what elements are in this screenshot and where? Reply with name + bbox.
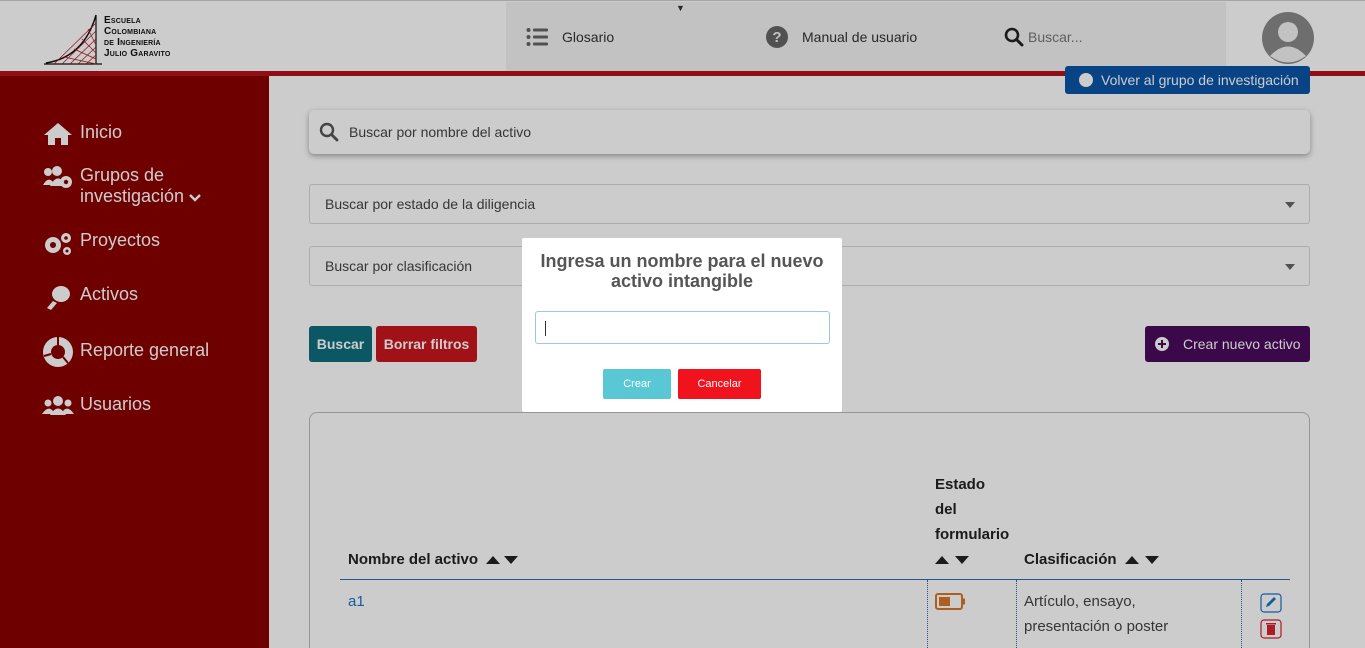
crear-button[interactable]: Crear	[603, 369, 671, 399]
dialog-title: Ingresa un nombre para el nuevo activo i…	[540, 251, 824, 291]
nuevo-activo-dialog: Ingresa un nombre para el nuevo activo i…	[522, 238, 842, 412]
text-cursor	[545, 321, 546, 336]
cancel-button[interactable]: Cancelar	[678, 369, 761, 399]
activo-name-input[interactable]	[535, 311, 830, 344]
